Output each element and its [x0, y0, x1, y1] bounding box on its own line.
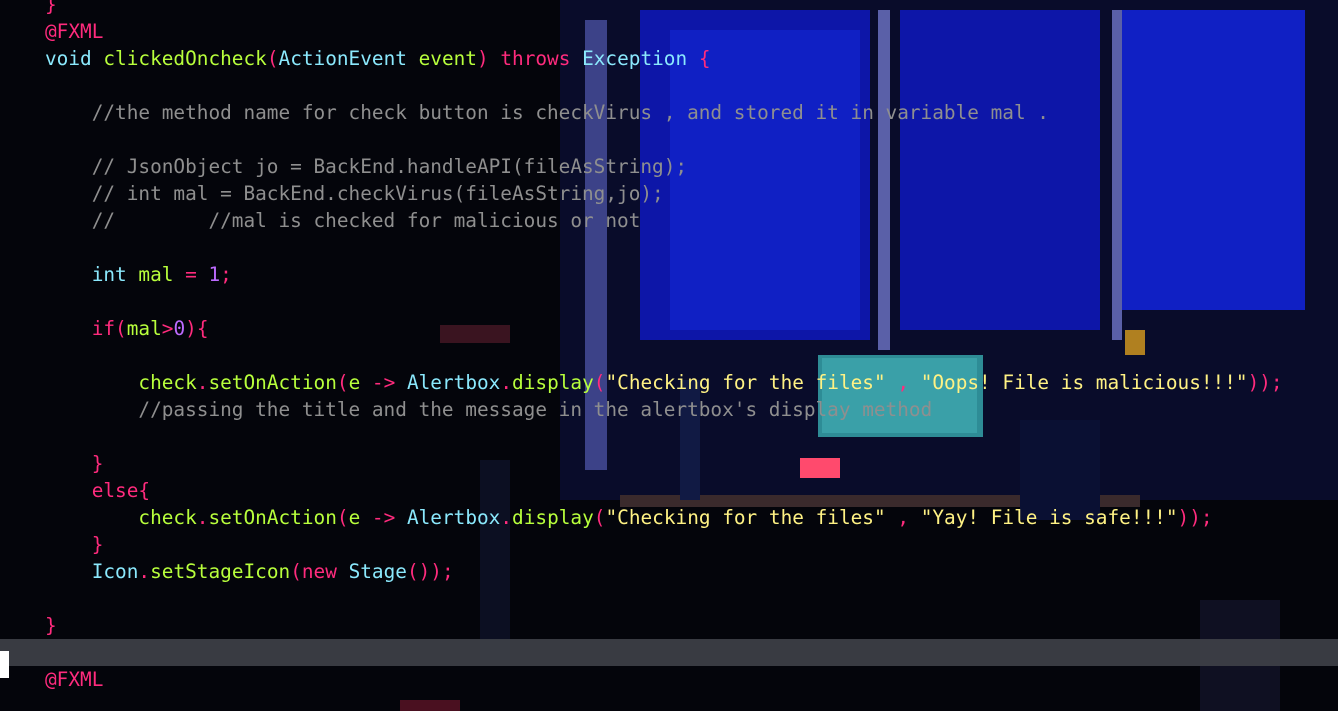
code-token: ));	[1247, 371, 1283, 394]
code-token: "Checking for the files"	[605, 506, 886, 529]
text-cursor	[0, 651, 9, 678]
code-token: ,	[885, 371, 921, 394]
code-token: //passing the title and the message in t…	[45, 398, 933, 421]
code-token: =	[185, 263, 209, 286]
code-token: {	[698, 47, 711, 70]
code-token: ());	[406, 560, 454, 583]
code-token: (	[593, 506, 606, 529]
code-token: setStageIcon	[150, 560, 291, 583]
code-line[interactable]: else{	[0, 477, 1338, 504]
code-token: // //mal is checked for malicious or not	[45, 209, 641, 232]
code-token: @FXML	[45, 668, 104, 691]
code-token: .	[196, 371, 209, 394]
code-line[interactable]	[0, 234, 1338, 261]
code-line[interactable]: int mal = 1;	[0, 261, 1338, 288]
code-line[interactable]: Icon.setStageIcon(new Stage());	[0, 558, 1338, 585]
code-line[interactable]: // int mal = BackEnd.checkVirus(fileAsSt…	[0, 180, 1338, 207]
code-token: "Oops! File is malicious!!!"	[920, 371, 1248, 394]
code-token: 1	[208, 263, 221, 286]
code-token: // int mal = BackEnd.checkVirus(fileAsSt…	[45, 182, 664, 205]
code-token: //the method name for check button is ch…	[45, 101, 1049, 124]
code-token: e	[348, 371, 372, 394]
code-line[interactable]: void clickedOncheck(ActionEvent event) t…	[0, 45, 1338, 72]
code-token: ->	[371, 371, 407, 394]
code-token: event	[418, 47, 477, 70]
code-line[interactable]: }	[0, 612, 1338, 639]
code-token: mal	[138, 263, 186, 286]
code-line[interactable]	[0, 585, 1338, 612]
code-token: e	[348, 506, 372, 529]
current-line[interactable]	[0, 639, 1338, 666]
code-line[interactable]	[0, 342, 1338, 369]
code-line[interactable]: }	[0, 531, 1338, 558]
code-line[interactable]: // //mal is checked for malicious or not	[0, 207, 1338, 234]
code-token: Stage	[348, 560, 407, 583]
code-token: Alertbox	[406, 371, 501, 394]
code-token: )	[476, 47, 501, 70]
code-line[interactable]	[0, 126, 1338, 153]
code-token: check	[45, 506, 197, 529]
code-line[interactable]: }	[0, 0, 1338, 18]
code-token: int	[45, 263, 139, 286]
code-token: setOnAction	[208, 371, 337, 394]
code-line[interactable]: }	[0, 450, 1338, 477]
code-editor[interactable]: } @FXML void clickedOncheck(ActionEvent ev…	[0, 0, 1338, 711]
code-token: Exception	[582, 47, 699, 70]
code-token: (	[336, 371, 349, 394]
code-line[interactable]: @FXML	[0, 666, 1338, 693]
code-token: .	[500, 506, 513, 529]
code-line[interactable]	[0, 72, 1338, 99]
code-token: display	[512, 371, 594, 394]
code-line[interactable]: check.setOnAction(e -> Alertbox.display(…	[0, 504, 1338, 531]
code-token: ActionEvent	[278, 47, 419, 70]
code-token: check	[45, 371, 197, 394]
code-token: (	[336, 506, 349, 529]
code-token: if(	[45, 317, 127, 340]
code-token: void	[45, 47, 104, 70]
code-token: (	[290, 560, 302, 583]
code-token: }	[45, 452, 104, 475]
code-token: display	[512, 506, 594, 529]
code-line[interactable]: //passing the title and the message in t…	[0, 396, 1338, 423]
code-token: .	[138, 560, 151, 583]
code-token: Alertbox	[406, 506, 501, 529]
code-token: setOnAction	[208, 506, 337, 529]
code-token: }	[45, 0, 57, 16]
code-token: .	[500, 371, 513, 394]
code-token: ){	[185, 317, 209, 340]
code-token: (	[266, 47, 279, 70]
code-token: ));	[1177, 506, 1213, 529]
code-token: ,	[885, 506, 921, 529]
code-token: new	[301, 560, 349, 583]
code-token: }	[45, 533, 104, 556]
code-line[interactable]: //the method name for check button is ch…	[0, 99, 1338, 126]
code-token: @FXML	[45, 20, 104, 43]
code-token: (	[593, 371, 606, 394]
code-token: "Checking for the files"	[605, 371, 886, 394]
code-token: ;	[220, 263, 232, 286]
code-line[interactable]: @FXML	[0, 18, 1338, 45]
code-line[interactable]: // JsonObject jo = BackEnd.handleAPI(fil…	[0, 153, 1338, 180]
code-token: // JsonObject jo = BackEnd.handleAPI(fil…	[45, 155, 688, 178]
code-line[interactable]	[0, 423, 1338, 450]
code-token: Icon	[45, 560, 139, 583]
code-line[interactable]	[0, 288, 1338, 315]
code-token: >	[161, 317, 174, 340]
code-token: ->	[371, 506, 407, 529]
code-token: mal	[126, 317, 162, 340]
code-token: else{	[45, 479, 151, 502]
code-line[interactable]: check.setOnAction(e -> Alertbox.display(…	[0, 369, 1338, 396]
code-token: throws	[500, 47, 583, 70]
code-token: .	[196, 506, 209, 529]
code-token: "Yay! File is safe!!!"	[920, 506, 1178, 529]
code-token: 0	[173, 317, 186, 340]
code-token: }	[45, 614, 57, 637]
code-line[interactable]: if(mal>0){	[0, 315, 1338, 342]
code-token: clickedOncheck	[103, 47, 267, 70]
